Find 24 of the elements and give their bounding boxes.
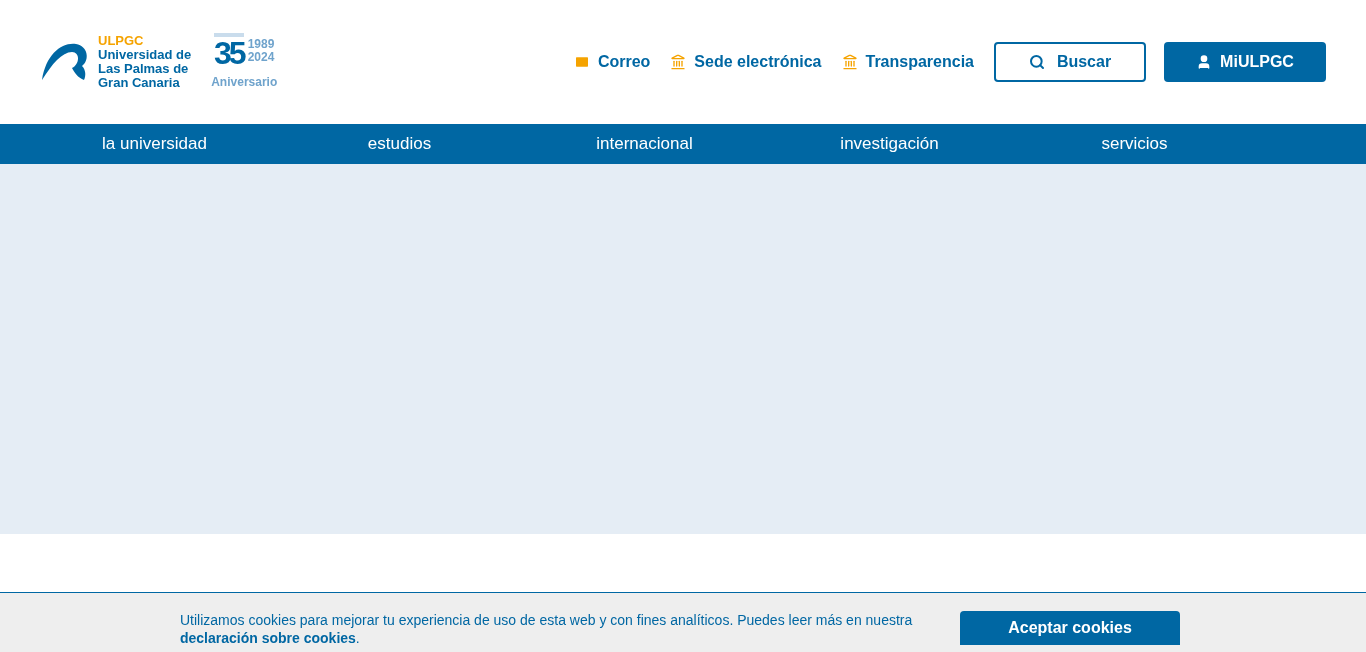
accept-cookies-button[interactable]: Aceptar cookies [960,611,1180,645]
logo-name-line: Gran Canaria [98,76,181,90]
anniversary-year: 1989 [247,38,275,51]
logo-icon [40,42,90,82]
top-link[interactable]: Correo [573,50,651,74]
top-link[interactable]: Sede electrónica [670,50,822,74]
account-button[interactable]: MiULPGC [1164,42,1326,82]
nav-item[interactable]: servicios [1012,131,1257,157]
building-icon [841,54,858,70]
search-button[interactable]: Buscar [994,42,1146,82]
building-icon [670,54,687,70]
logo-name-line: Universidad de [98,48,192,62]
logo-name-line: Las Palmas de [98,62,190,76]
nav-item[interactable]: la universidad [32,131,277,157]
nav-item[interactable]: internacional [522,131,767,157]
top-link[interactable]: Transparencia [841,50,974,74]
anniversary-label: Aniversario [211,74,278,91]
anniversary-year: 2024 [247,51,275,64]
search-icon [1028,54,1045,70]
anniversary-number: 35 [214,33,244,69]
logo-acronym: ULPGC [98,34,145,48]
nav-item[interactable]: estudios [277,131,522,157]
cookie-message: Utilizamos cookies para mejorar tu experiencia de uso de esta web y con fines analíticos. Puedes leer más en nuestra declaración sobre cookies. [180,611,914,647]
nav-item[interactable]: investigación [767,131,1012,157]
